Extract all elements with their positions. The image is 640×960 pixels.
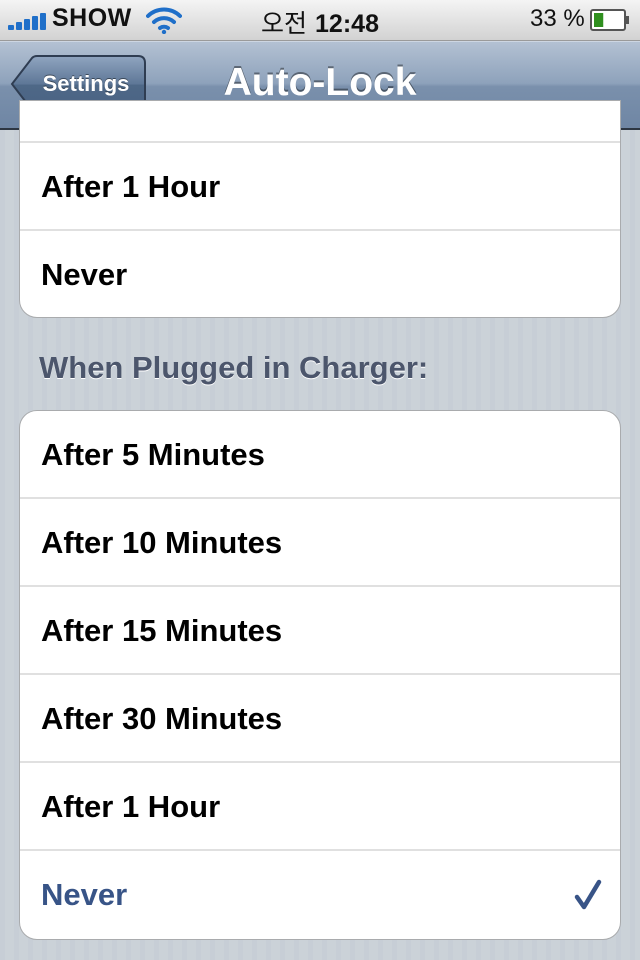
list-item-label: After 10 Minutes bbox=[41, 525, 283, 560]
list-item-label: After 30 Minutes bbox=[41, 701, 283, 736]
battery-icon bbox=[590, 9, 630, 31]
charger-option-after-1-hour[interactable]: After 1 Hour bbox=[20, 763, 620, 851]
charger-options-group: After 5 Minutes After 10 Minutes After 1… bbox=[19, 410, 621, 940]
option-never[interactable]: Never bbox=[20, 231, 620, 317]
battery-percent: 33 % bbox=[530, 5, 585, 32]
charger-option-never[interactable]: Never bbox=[20, 851, 620, 939]
section-header-charger: When Plugged in Charger: bbox=[39, 350, 429, 385]
list-item-label: After 1 Hour bbox=[41, 169, 221, 204]
status-bar: SHOW 오전 12:48 33 % bbox=[0, 0, 640, 41]
list-item[interactable] bbox=[20, 101, 620, 143]
option-after-1-hour[interactable]: After 1 Hour bbox=[20, 143, 620, 231]
charger-option-after-10-minutes[interactable]: After 10 Minutes bbox=[20, 499, 620, 587]
list-item-label: Never bbox=[41, 877, 128, 912]
clock-ampm: 오전 bbox=[261, 9, 308, 38]
list-item-label: After 5 Minutes bbox=[41, 437, 265, 472]
checkmark-icon bbox=[574, 879, 602, 911]
list-item-label: Never bbox=[41, 257, 128, 292]
charger-option-after-30-minutes[interactable]: After 30 Minutes bbox=[20, 675, 620, 763]
clock-time: 12:48 bbox=[315, 10, 379, 38]
charger-option-after-15-minutes[interactable]: After 15 Minutes bbox=[20, 587, 620, 675]
charger-option-after-5-minutes[interactable]: After 5 Minutes bbox=[20, 411, 620, 499]
auto-lock-options-group: After 1 Hour Never bbox=[19, 100, 621, 318]
list-item-label: After 15 Minutes bbox=[41, 613, 283, 648]
list-item-label: After 1 Hour bbox=[41, 789, 221, 824]
